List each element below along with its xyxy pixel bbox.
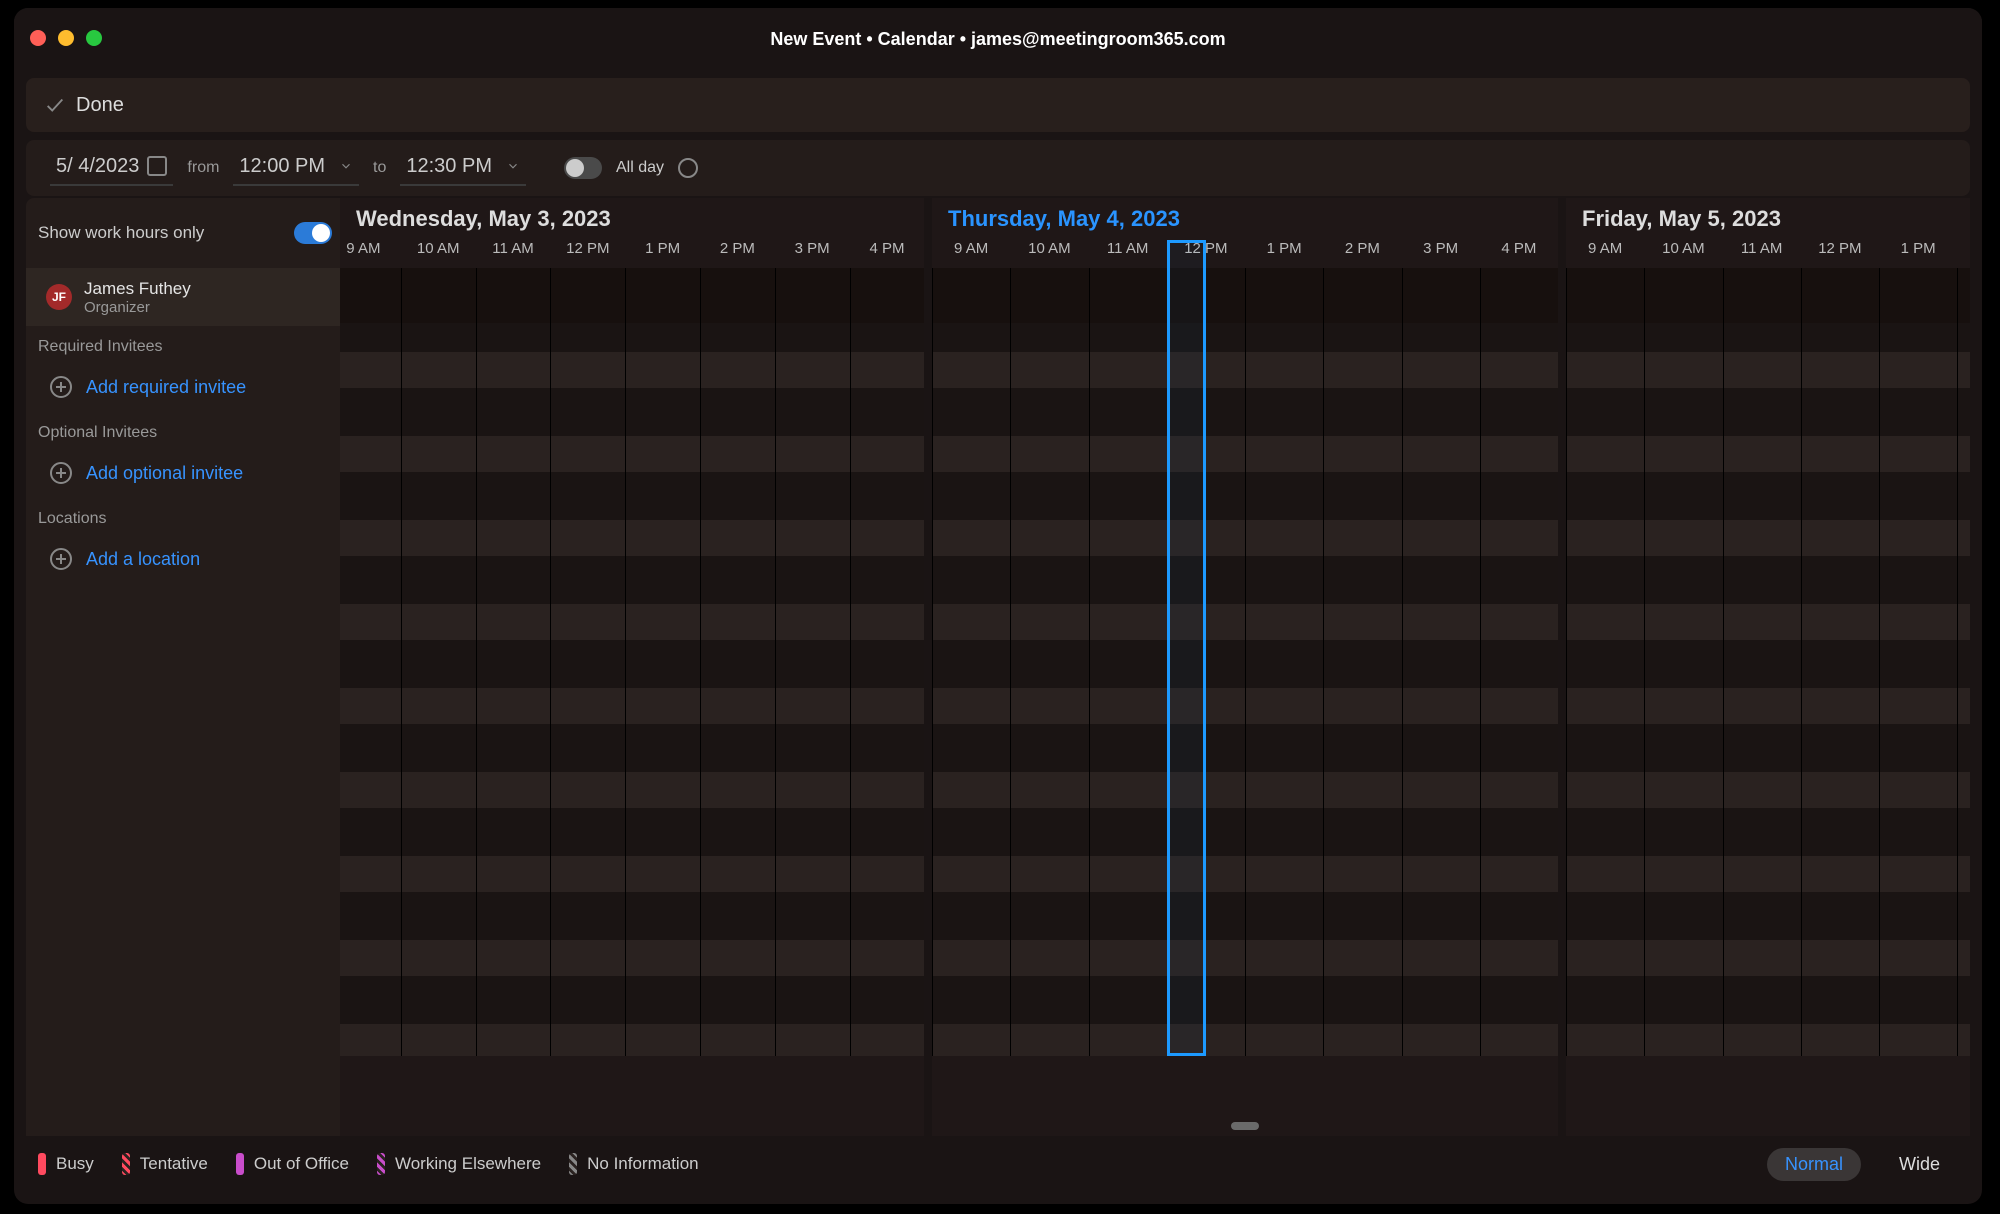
add-optional-text: Add optional invitee — [86, 463, 243, 484]
hour-label: 10 AM — [1010, 240, 1088, 268]
attendee-sidebar: Show work hours only JF James Futhey Org… — [26, 198, 340, 1136]
hour-label: 2 PM — [1323, 240, 1401, 268]
hour-label: 10 AM — [1644, 240, 1722, 268]
normal-view-button[interactable]: Normal — [1767, 1148, 1861, 1181]
chevron-down-icon — [339, 159, 353, 173]
date-field[interactable]: 5/ 4/2023 — [50, 151, 173, 186]
hour-label: 4 PM — [850, 240, 925, 268]
to-label: to — [373, 159, 386, 177]
hour-label: 12 PM — [1801, 240, 1879, 268]
legend-elsewhere: Working Elsewhere — [377, 1153, 541, 1175]
close-window-button[interactable] — [30, 30, 46, 46]
date-value: 5/ 4/2023 — [56, 155, 139, 178]
add-location-text: Add a location — [86, 549, 200, 570]
elsewhere-swatch-icon — [377, 1153, 385, 1175]
organizer-name: James Futhey — [84, 279, 191, 299]
zoom-window-button[interactable] — [86, 30, 102, 46]
hour-label: 9 AM — [340, 240, 401, 268]
required-invitees-label: Required Invitees — [26, 326, 340, 362]
day-column: Thursday, May 4, 20239 AM10 AM11 AM12 PM… — [932, 198, 1558, 1136]
legend-tentative: Tentative — [122, 1153, 208, 1175]
day-header: Friday, May 5, 2023 — [1566, 198, 1970, 240]
hour-label: 9 AM — [932, 240, 1010, 268]
hour-label: 12 PM — [550, 240, 625, 268]
checkmark-icon — [44, 94, 66, 116]
plus-icon — [50, 462, 72, 484]
oof-swatch-icon — [236, 1153, 244, 1175]
organizer-role: Organizer — [84, 299, 191, 316]
legend-noinfo: No Information — [569, 1153, 699, 1175]
scheduling-content: Show work hours only JF James Futhey Org… — [26, 198, 1970, 1136]
optional-invitees-label: Optional Invitees — [26, 412, 340, 448]
day-grid-body[interactable] — [932, 268, 1558, 1056]
day-grid-body[interactable] — [340, 268, 924, 1056]
hour-label: 11 AM — [1723, 240, 1801, 268]
hour-label: 2 PM — [1957, 240, 1970, 268]
minimize-window-button[interactable] — [58, 30, 74, 46]
noinfo-swatch-icon — [569, 1153, 577, 1175]
hour-label: 1 PM — [625, 240, 700, 268]
calendar-icon — [147, 156, 167, 176]
tentative-swatch-icon — [122, 1153, 130, 1175]
day-header: Wednesday, May 3, 2023 — [340, 198, 924, 240]
day-column: Wednesday, May 3, 20239 AM10 AM11 AM12 P… — [340, 198, 924, 1136]
hour-header-row: 9 AM10 AM11 AM12 PM1 PM2 PM — [1566, 240, 1970, 268]
legend-busy: Busy — [38, 1153, 94, 1175]
hour-label: 3 PM — [1402, 240, 1480, 268]
window-title: New Event • Calendar • james@meetingroom… — [14, 29, 1982, 50]
timezone-icon[interactable] — [678, 158, 698, 178]
done-label: Done — [76, 94, 124, 117]
avatar: JF — [46, 284, 72, 310]
sidebar-header: Show work hours only — [26, 198, 340, 268]
footer: Busy Tentative Out of Office Working Els… — [26, 1136, 1970, 1192]
add-location-button[interactable]: Add a location — [26, 534, 340, 584]
hour-label: 2 PM — [700, 240, 775, 268]
legend: Busy Tentative Out of Office Working Els… — [38, 1153, 699, 1175]
from-label: from — [187, 159, 219, 177]
add-required-text: Add required invitee — [86, 377, 246, 398]
day-header: Thursday, May 4, 2023 — [932, 198, 1558, 240]
hour-label: 3 PM — [775, 240, 850, 268]
hour-label: 1 PM — [1245, 240, 1323, 268]
from-time-field[interactable]: 12:00 PM — [233, 151, 359, 186]
to-time-value: 12:30 PM — [406, 155, 492, 178]
date-time-toolbar: 5/ 4/2023 from 12:00 PM to 12:30 PM All … — [26, 140, 1970, 196]
hour-header-row: 9 AM10 AM11 AM12 PM1 PM2 PM3 PM4 PM — [340, 240, 924, 268]
hour-label: 11 AM — [1089, 240, 1167, 268]
window: New Event • Calendar • james@meetingroom… — [14, 8, 1982, 1204]
hour-header-row: 9 AM10 AM11 AM12 PM1 PM2 PM3 PM4 PM — [932, 240, 1558, 268]
work-hours-label: Show work hours only — [38, 223, 204, 243]
title-bar: New Event • Calendar • james@meetingroom… — [14, 8, 1982, 70]
plus-icon — [50, 376, 72, 398]
busy-swatch-icon — [38, 1153, 46, 1175]
add-required-invitee-button[interactable]: Add required invitee — [26, 362, 340, 412]
all-day-label: All day — [616, 159, 664, 177]
window-controls — [30, 30, 102, 46]
header-toolbar: Done — [26, 78, 1970, 132]
all-day-toggle[interactable] — [564, 157, 602, 179]
chevron-down-icon — [506, 159, 520, 173]
legend-oof: Out of Office — [236, 1153, 349, 1175]
hour-label: 10 AM — [401, 240, 476, 268]
view-mode-switch: Normal Wide — [1767, 1148, 1958, 1181]
organizer-row[interactable]: JF James Futhey Organizer — [26, 268, 340, 326]
work-hours-toggle[interactable] — [294, 222, 332, 244]
hour-label: 11 AM — [476, 240, 551, 268]
day-column: Friday, May 5, 20239 AM10 AM11 AM12 PM1 … — [1566, 198, 1970, 1136]
to-time-field[interactable]: 12:30 PM — [400, 151, 526, 186]
from-time-value: 12:00 PM — [239, 155, 325, 178]
done-button[interactable]: Done — [44, 94, 124, 117]
locations-label: Locations — [26, 498, 340, 534]
day-grid-body[interactable] — [1566, 268, 1970, 1056]
plus-icon — [50, 548, 72, 570]
horizontal-scroll-thumb[interactable] — [1231, 1122, 1259, 1130]
hour-label: 4 PM — [1480, 240, 1558, 268]
wide-view-button[interactable]: Wide — [1881, 1148, 1958, 1181]
hour-label: 9 AM — [1566, 240, 1644, 268]
availability-grid[interactable]: Wednesday, May 3, 20239 AM10 AM11 AM12 P… — [340, 198, 1970, 1136]
add-optional-invitee-button[interactable]: Add optional invitee — [26, 448, 340, 498]
hour-label: 12 PM — [1167, 240, 1245, 268]
hour-label: 1 PM — [1879, 240, 1957, 268]
